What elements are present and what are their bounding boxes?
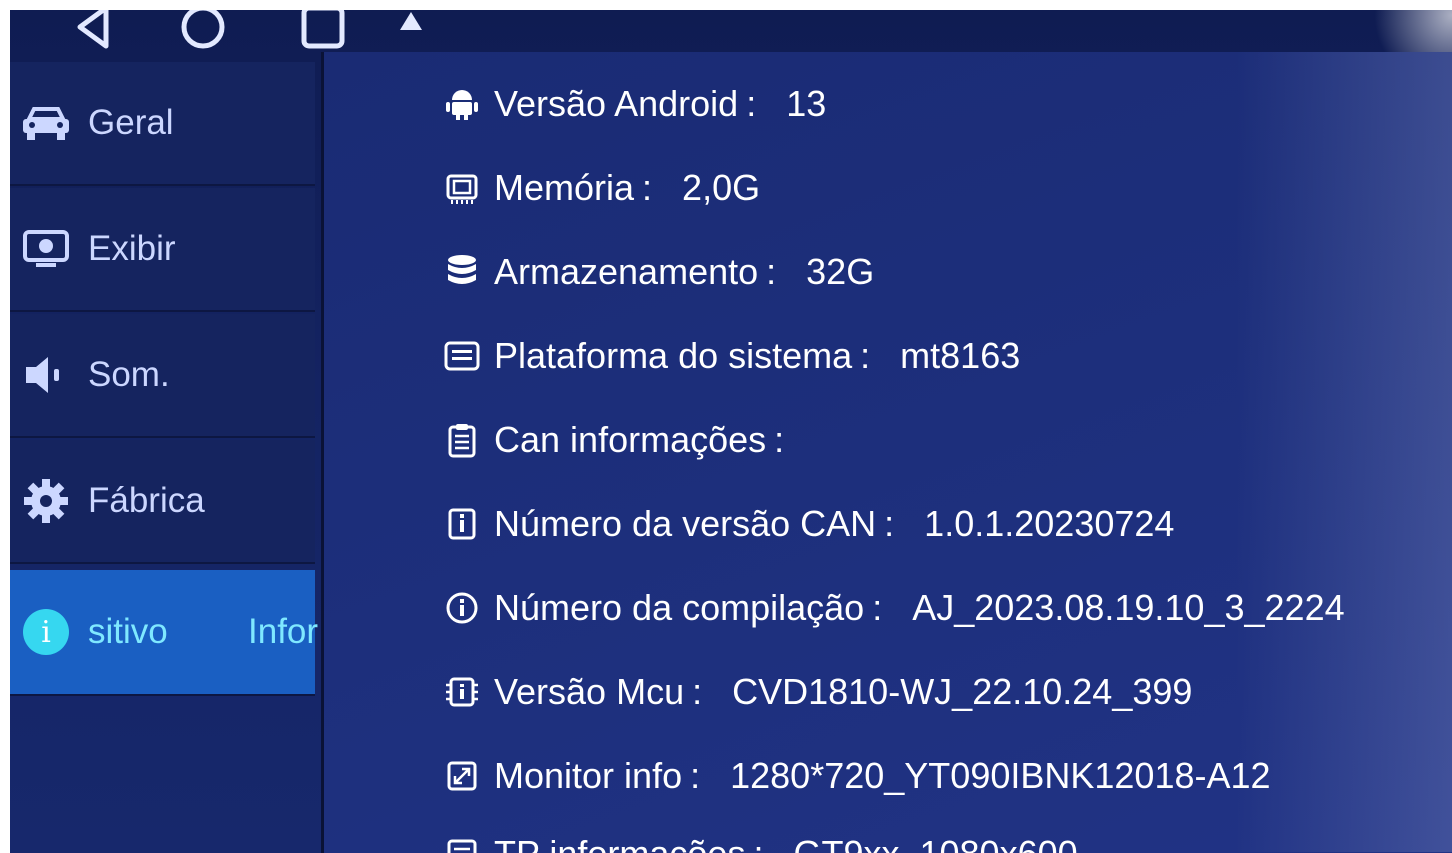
info-row-memoria: Memória : 2,0G bbox=[442, 158, 760, 218]
sidebar-item-label: Fábrica bbox=[88, 481, 205, 520]
sidebar-item-label: Geral bbox=[88, 103, 174, 142]
info-value: 32G bbox=[806, 251, 875, 292]
info-row-can-version: Número da versão CAN : 1.0.1.20230724 bbox=[442, 494, 1174, 554]
info-icon: i bbox=[20, 609, 72, 655]
clipboard-icon bbox=[442, 420, 482, 460]
info-value: 1280*720_YT090IBNK12018-A12 bbox=[730, 755, 1271, 796]
sidebar-item-exibir[interactable]: Exibir bbox=[10, 188, 315, 312]
info-row-can: Can informações : bbox=[442, 410, 814, 470]
info-label: Can informações bbox=[494, 419, 767, 460]
info-label: Número da compilação bbox=[494, 587, 865, 628]
platform-icon bbox=[442, 336, 482, 376]
info-row-tp: TP informações : GT9xx_1080x600 bbox=[442, 824, 1078, 853]
info-value: 13 bbox=[786, 83, 827, 124]
sidebar-item-som[interactable]: Som. bbox=[10, 314, 315, 438]
warning-icon bbox=[400, 12, 422, 30]
sidebar-item-label: Som. bbox=[88, 355, 170, 394]
sidebar-item-geral[interactable]: Geral bbox=[10, 62, 315, 186]
info-label: Versão Mcu bbox=[494, 671, 685, 712]
info-value: GT9xx_1080x600 bbox=[793, 833, 1077, 853]
info-value: 2,0G bbox=[682, 167, 761, 208]
info-label: Número da versão CAN bbox=[494, 503, 877, 544]
recent-apps-icon[interactable] bbox=[298, 10, 348, 52]
info-row-monitor: Monitor info : 1280*720_YT090IBNK12018-A… bbox=[442, 746, 1271, 806]
back-icon[interactable] bbox=[68, 10, 118, 52]
gear-icon bbox=[20, 479, 72, 523]
database-icon bbox=[442, 252, 482, 292]
settings-sidebar: Geral Exibir Som. Fábrica i sitivo Infor bbox=[10, 62, 319, 853]
info-circle-icon bbox=[442, 588, 482, 628]
touch-panel-icon bbox=[442, 834, 482, 853]
info-label: Memória bbox=[494, 167, 635, 208]
expand-icon bbox=[442, 756, 482, 796]
home-icon[interactable] bbox=[178, 10, 228, 52]
info-label: Plataforma do sistema bbox=[494, 335, 853, 376]
memory-chip-icon bbox=[442, 168, 482, 208]
sidebar-item-label-scrolled: Infor bbox=[248, 612, 319, 651]
sidebar-item-informacoes[interactable]: i sitivo Infor bbox=[10, 570, 319, 696]
info-row-armazenamento: Armazenamento : 32G bbox=[442, 242, 874, 302]
info-label: TP informações bbox=[494, 833, 745, 853]
info-value: AJ_2023.08.19.10_3_2224 bbox=[912, 587, 1345, 628]
info-value: mt8163 bbox=[900, 335, 1021, 376]
car-icon bbox=[20, 103, 72, 143]
can-version-icon bbox=[442, 504, 482, 544]
info-row-compilacao: Número da compilação : AJ_2023.08.19.10_… bbox=[442, 578, 1345, 638]
android-icon bbox=[442, 84, 482, 124]
sidebar-item-fabrica[interactable]: Fábrica bbox=[10, 440, 315, 564]
info-value: CVD1810-WJ_22.10.24_399 bbox=[732, 671, 1193, 712]
info-value: 1.0.1.20230724 bbox=[924, 503, 1175, 544]
info-label: Monitor info bbox=[494, 755, 683, 796]
info-label: Versão Android bbox=[494, 83, 739, 124]
head-unit-screen: Geral Exibir Som. Fábrica i sitivo Infor… bbox=[10, 10, 1452, 853]
info-row-mcu: Versão Mcu : CVD1810-WJ_22.10.24_399 bbox=[442, 662, 1192, 722]
mcu-icon bbox=[442, 672, 482, 712]
device-info-panel: Versão Android : 13 Memória : 2,0G Armaz… bbox=[321, 52, 1452, 853]
sidebar-item-label: Exibir bbox=[88, 229, 176, 268]
info-label: Armazenamento bbox=[494, 251, 759, 292]
info-row-android: Versão Android : 13 bbox=[442, 74, 826, 134]
display-icon bbox=[20, 229, 72, 269]
sidebar-item-label: sitivo bbox=[88, 612, 168, 651]
speaker-icon bbox=[20, 355, 72, 395]
info-row-plataforma: Plataforma do sistema : mt8163 bbox=[442, 326, 1020, 386]
